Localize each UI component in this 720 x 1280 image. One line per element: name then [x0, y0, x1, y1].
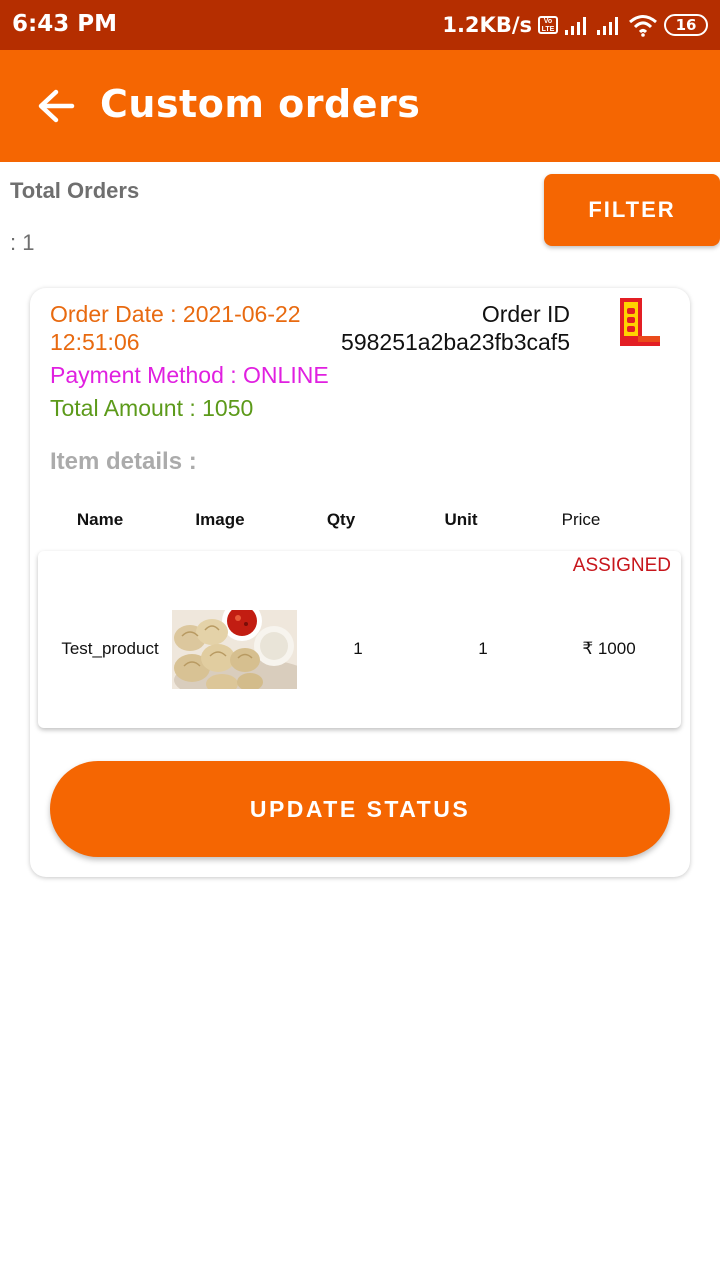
volte-icon: Vo LTE	[538, 16, 558, 34]
order-id-value: 598251a2ba23fb3caf5	[341, 329, 570, 355]
order-date: Order Date : 2021-06-22 12:51:06	[50, 300, 330, 356]
back-arrow-icon[interactable]	[36, 88, 76, 124]
item-details-label: Item details :	[50, 448, 197, 475]
status-bar: 6:43 PM 1.2KB/s Vo LTE 16	[0, 0, 720, 50]
battery-icon: 16	[664, 14, 708, 36]
column-name: Name	[76, 510, 124, 529]
total-orders-count: : 1	[10, 230, 35, 255]
total-amount: Total Amount : 1050	[50, 395, 254, 421]
status-badge: ASSIGNED	[572, 555, 671, 576]
wifi-icon	[629, 15, 657, 37]
status-icons: 1.2KB/s Vo LTE 16	[442, 10, 708, 40]
order-id-label: Order ID	[481, 301, 570, 327]
order-date-line2: 12:51:06	[50, 329, 140, 355]
app-bar: Custom orders	[0, 50, 720, 162]
update-status-button[interactable]: UPDATE STATUS	[50, 761, 670, 857]
item-row[interactable]: ASSIGNED Test_product 1 1 ₹ 1000	[38, 551, 681, 728]
order-card: Order Date : 2021-06-22 12:51:06 Order I…	[30, 288, 690, 877]
item-price: ₹ 1000	[582, 639, 636, 658]
column-price: Price	[561, 510, 601, 529]
signal-icon	[565, 17, 586, 35]
network-speed: 1.2KB/s	[442, 13, 532, 37]
order-logo-icon	[620, 298, 660, 346]
payment-method: Payment Method : ONLINE	[50, 362, 329, 388]
filter-button[interactable]: FILTER	[544, 174, 720, 246]
column-qty: Qty	[326, 510, 356, 529]
page-title: Custom orders	[100, 82, 421, 126]
total-orders-label: Total Orders	[10, 178, 140, 203]
signal-icon-2	[597, 17, 618, 35]
column-unit: Unit	[444, 510, 478, 529]
status-time: 6:43 PM	[12, 11, 117, 37]
column-image: Image	[195, 510, 245, 529]
item-unit: 1	[478, 639, 488, 658]
order-date-line1: Order Date : 2021-06-22	[50, 301, 301, 327]
item-name: Test_product	[61, 639, 159, 658]
item-qty: 1	[353, 639, 363, 658]
momos-food-image	[172, 610, 297, 689]
